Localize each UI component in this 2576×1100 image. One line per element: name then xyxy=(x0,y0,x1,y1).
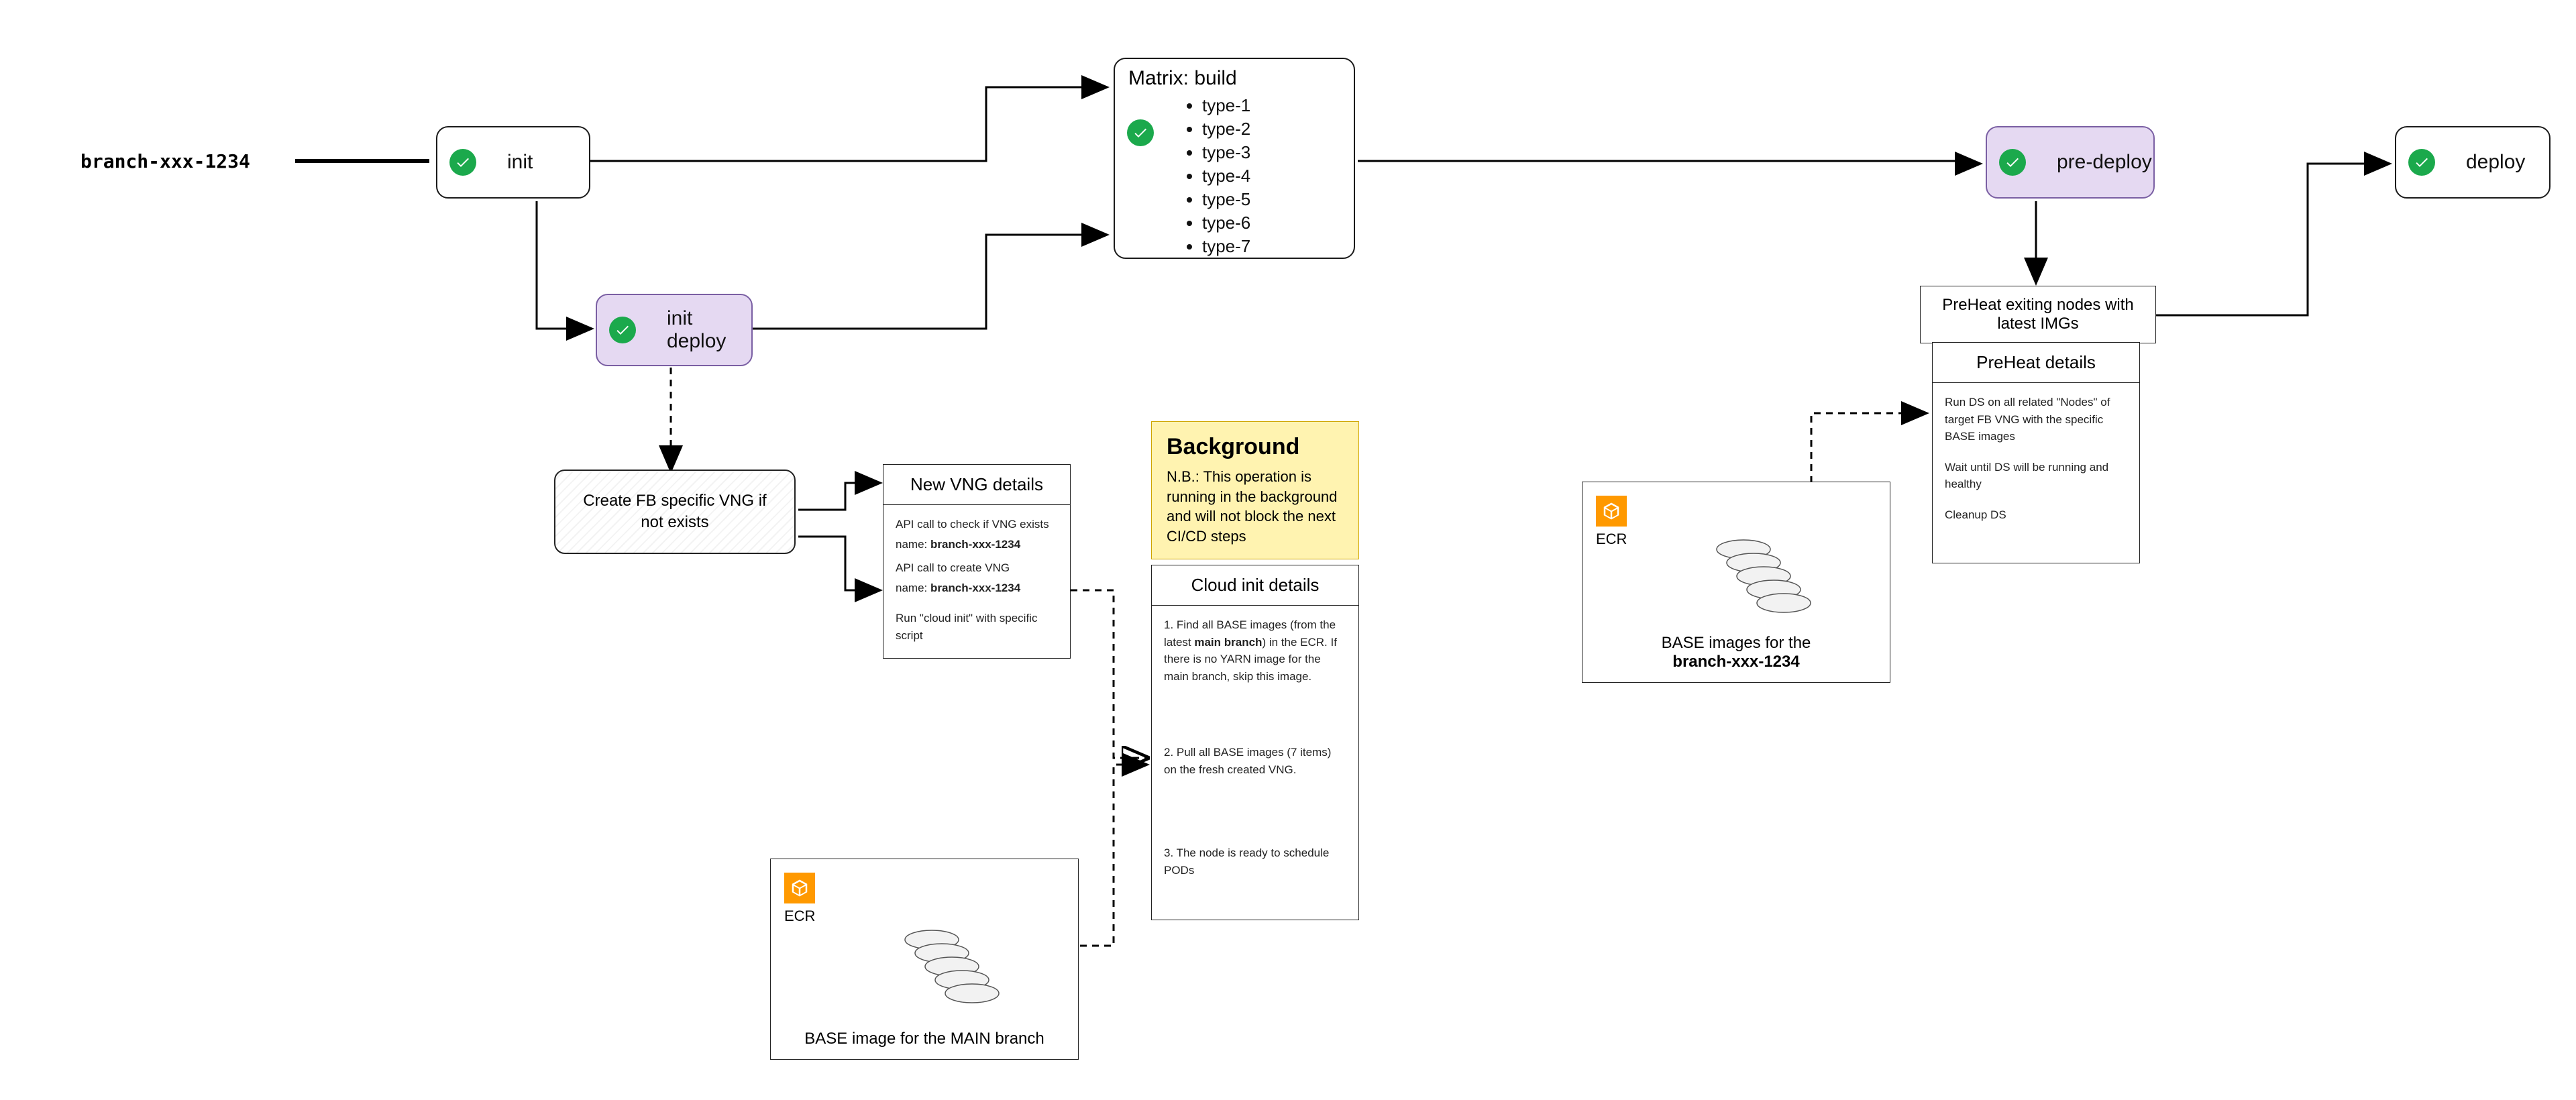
check-icon xyxy=(449,149,476,176)
node-deploy: deploy xyxy=(2395,126,2551,199)
matrix-item: type-7 xyxy=(1202,236,1340,257)
note-title: Background xyxy=(1167,434,1344,460)
panel-text: API call to check if VNG exists xyxy=(896,516,1058,533)
layers-icon xyxy=(892,926,1012,1013)
matrix-item: type-3 xyxy=(1202,142,1340,163)
matrix-item: type-2 xyxy=(1202,119,1340,140)
ecr-icon xyxy=(784,873,815,903)
ecr-branch: ECR BASE images for the branch-xxx-1234 xyxy=(1582,482,1890,683)
check-icon xyxy=(2408,149,2435,176)
panel-cloud-init: Cloud init details 1. Find all BASE imag… xyxy=(1151,565,1359,920)
note-background: Background N.B.: This operation is runni… xyxy=(1151,421,1359,559)
matrix-title: Matrix: build xyxy=(1128,67,1340,90)
node-label: init xyxy=(507,151,533,174)
matrix-item: type-6 xyxy=(1202,213,1340,233)
diagram-canvas: branch-xxx-1234 init init deploy Matrix:… xyxy=(0,0,2576,1100)
node-init: init xyxy=(436,126,590,199)
node-init-deploy: init deploy xyxy=(596,294,753,366)
panel-preheat-details: PreHeat details Run DS on all related "N… xyxy=(1932,342,2140,563)
hatch-create-vng: Create FB specific VNG if not exists xyxy=(554,470,796,554)
check-icon xyxy=(1127,119,1154,146)
ecr-icon xyxy=(1596,496,1627,527)
panel-text: Run "cloud init" with specific script xyxy=(896,610,1058,644)
layers-icon xyxy=(1703,536,1824,623)
node-label: init deploy xyxy=(667,307,751,353)
panel-text: Wait until DS will be running and health… xyxy=(1945,459,2127,493)
panel-text: Run DS on all related "Nodes" of target … xyxy=(1945,394,2127,445)
node-label: deploy xyxy=(2466,151,2525,174)
matrix-item: type-1 xyxy=(1202,95,1340,116)
ecr-label: ECR xyxy=(1596,531,1627,548)
matrix-item: type-4 xyxy=(1202,166,1340,186)
box-preheat-nodes: PreHeat exiting nodes with latest IMGs xyxy=(1920,286,2156,343)
check-icon xyxy=(609,317,636,343)
ecr-main-branch: ECR BASE image for the MAIN branch xyxy=(770,859,1079,1060)
panel-vng-details: New VNG details API call to check if VNG… xyxy=(883,464,1071,659)
matrix-item: type-5 xyxy=(1202,189,1340,210)
hatch-label: Create FB specific VNG if not exists xyxy=(570,490,780,534)
note-body: N.B.: This operation is running in the b… xyxy=(1167,467,1344,547)
node-pre-deploy: pre-deploy xyxy=(1986,126,2155,199)
panel-title: PreHeat details xyxy=(1933,343,2139,383)
panel-text: Cleanup DS xyxy=(1945,506,2127,524)
panel-title: New VNG details xyxy=(883,465,1070,505)
node-label: pre-deploy xyxy=(2057,151,2152,174)
matrix-list: type-1 type-2 type-3 type-4 type-5 type-… xyxy=(1202,95,1340,257)
ecr-caption: BASE images for the branch-xxx-1234 xyxy=(1582,634,1890,671)
panel-text: 3. The node is ready to schedule PODs xyxy=(1164,844,1346,879)
box-label: PreHeat exiting nodes with latest IMGs xyxy=(1942,296,2134,333)
branch-label: branch-xxx-1234 xyxy=(80,150,250,172)
ecr-label: ECR xyxy=(784,908,815,925)
panel-text: API call to create VNG xyxy=(896,559,1058,577)
node-matrix-build: Matrix: build type-1 type-2 type-3 type-… xyxy=(1114,58,1355,259)
check-icon xyxy=(1999,149,2026,176)
panel-title: Cloud init details xyxy=(1152,565,1358,606)
panel-text: 2. Pull all BASE images (7 items) on the… xyxy=(1164,744,1346,831)
ecr-caption: BASE image for the MAIN branch xyxy=(771,1030,1078,1048)
